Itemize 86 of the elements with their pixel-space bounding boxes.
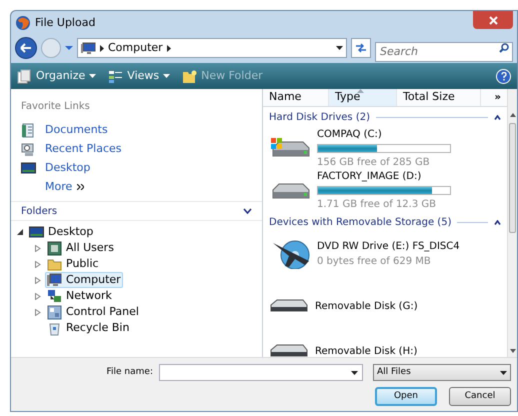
help-button[interactable]: [496, 68, 511, 84]
removable-drive-icon: [269, 298, 309, 312]
drive-name: COMPAQ (C:): [317, 128, 383, 142]
tree-item[interactable]: Recycle Bin: [45, 320, 132, 336]
folders-header[interactable]: Folders: [11, 201, 262, 221]
open-button[interactable]: Open: [375, 387, 437, 406]
toolbar-button[interactable]: Views: [108, 68, 170, 84]
drive-item[interactable]: Removable Disk (G:): [269, 274, 501, 320]
chevron-icon: [100, 44, 104, 52]
address-bar[interactable]: Computer: [77, 38, 347, 58]
drive-name: Removable Disk (H:): [315, 344, 418, 358]
new-folder-icon: [182, 68, 198, 84]
collapsed-triangle-icon[interactable]: [35, 244, 41, 252]
tree-item[interactable]: Desktop: [27, 224, 96, 240]
scrollbar[interactable]: [507, 89, 517, 357]
drive-space: 156 GB free of 285 GB: [317, 156, 431, 170]
help-icon: [500, 72, 506, 80]
drive-name: Removable Disk (G:): [315, 300, 418, 314]
toolbar-button[interactable]: Organize: [17, 68, 96, 84]
column-header[interactable]: Type: [329, 89, 397, 106]
scroll-thumb[interactable]: [509, 123, 516, 233]
tree-item[interactable]: Public: [45, 256, 101, 272]
section-title: Favorite Links: [21, 100, 91, 114]
recycle-bin-icon: [47, 320, 62, 336]
search-field[interactable]: Search: [375, 42, 513, 62]
more-link[interactable]: More: [45, 180, 252, 194]
collapsed-triangle-icon[interactable]: [35, 292, 41, 300]
drive-space: 1.71 GB free of 12.3 GB: [317, 198, 437, 212]
drive-item[interactable]: FACTORY_IMAGE (D:) 1.71 GB free of 12.3 GB: [269, 170, 501, 212]
dropdown-arrow-icon[interactable]: [336, 46, 343, 50]
group-header[interactable]: Devices with Removable Storage (5): [269, 212, 501, 232]
back-button[interactable]: [15, 37, 37, 59]
network-icon: [47, 288, 62, 304]
scroll-up-icon[interactable]: [510, 113, 516, 117]
sort-arrow-icon: [357, 89, 364, 93]
drive-item[interactable]: COMPAQ (C:) 156 GB free of 285 GB: [269, 128, 501, 170]
computer-icon: [81, 42, 96, 54]
window-title: File Upload: [35, 14, 96, 31]
search-icon[interactable]: [499, 43, 509, 53]
collapsed-triangle-icon[interactable]: [35, 308, 41, 316]
tree-item[interactable]: Computer: [45, 272, 123, 288]
close-icon: [488, 16, 498, 24]
favorite-link[interactable]: Recent Places: [21, 142, 252, 156]
file-type-dropdown[interactable]: All Files: [373, 364, 511, 381]
tree-item[interactable]: Control Panel: [45, 304, 141, 320]
drive-name: FACTORY_IMAGE (D:): [317, 170, 422, 184]
back-arrow-icon: [20, 43, 32, 53]
computer-icon: [47, 272, 62, 288]
chevron-down-icon: [243, 208, 252, 214]
collapsed-triangle-icon[interactable]: [35, 260, 41, 268]
document-stack-icon: [21, 122, 36, 138]
cancel-button[interactable]: Cancel: [449, 387, 511, 406]
dropdown-arrow-icon: [89, 74, 96, 78]
refresh-button[interactable]: [351, 38, 371, 58]
tree-item[interactable]: All Users: [45, 240, 116, 256]
close-button[interactable]: [473, 11, 513, 29]
group-header[interactable]: Hard Disk Drives (2): [269, 108, 501, 128]
scroll-down-icon[interactable]: [510, 349, 516, 353]
drive-name: DVD RW Drive (E:) FS_DISC4: [317, 240, 460, 254]
more-columns-button[interactable]: »: [494, 90, 507, 105]
monitor-icon: [29, 224, 44, 240]
history-dropdown-icon[interactable]: [65, 45, 73, 51]
file-name-field[interactable]: [159, 364, 363, 381]
refresh-icon: [355, 43, 367, 53]
dropdown-arrow-icon: [163, 74, 170, 78]
dropdown-arrow-icon[interactable]: [500, 370, 507, 374]
drive-item[interactable]: DVD RW Drive (E:) FS_DISC4 0 bytes free of 629 MB: [269, 232, 501, 274]
drive-item[interactable]: Removable Disk (H:): [269, 320, 501, 364]
browser-logo-icon: [15, 15, 31, 31]
control-panel-icon: [47, 304, 62, 320]
favorite-link[interactable]: Desktop: [21, 161, 252, 175]
drive-space: 0 bytes free of 629 MB: [317, 254, 432, 268]
chevron-icon[interactable]: [166, 44, 171, 52]
tree-item[interactable]: Network: [45, 288, 114, 304]
file-name-label: File name:: [106, 366, 153, 379]
user-panel-icon: [47, 240, 62, 256]
double-chevron-icon: [77, 184, 84, 190]
collapsed-triangle-icon[interactable]: [35, 276, 41, 284]
views-icon: [108, 68, 124, 84]
pages-icon: [17, 68, 32, 84]
column-header[interactable]: Total Size: [397, 89, 481, 106]
dropdown-arrow-icon[interactable]: [351, 370, 358, 374]
monitor-icon: [21, 160, 36, 176]
favorite-link[interactable]: Documents: [21, 123, 252, 137]
breadcrumb[interactable]: Computer: [108, 40, 163, 56]
expanded-triangle-icon[interactable]: [17, 229, 23, 235]
